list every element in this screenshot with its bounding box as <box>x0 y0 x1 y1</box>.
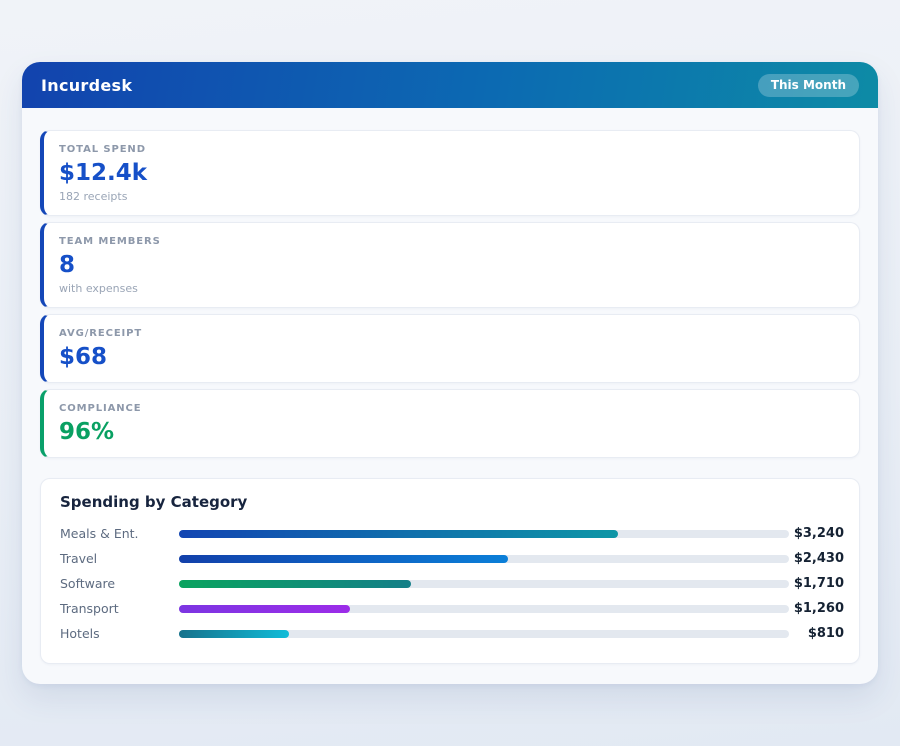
stat-card-avg-receipt: AVG/RECEIPT $68 <box>40 314 860 383</box>
dashboard-content: TOTAL SPEND $12.4k 182 receipts TEAM MEM… <box>22 108 878 664</box>
bar-track <box>179 530 789 538</box>
stat-card-compliance: COMPLIANCE 96% <box>40 389 860 458</box>
stat-subtext: 182 receipts <box>59 190 844 203</box>
bar-track <box>179 580 789 588</box>
category-label: Meals & Ent. <box>60 526 179 541</box>
bar-track <box>179 605 789 613</box>
stat-value: 96% <box>59 419 844 445</box>
category-label: Hotels <box>60 626 179 641</box>
category-value: $1,710 <box>789 576 844 591</box>
bar-fill <box>179 530 618 538</box>
stat-subtext: with expenses <box>59 282 844 295</box>
stat-value: 8 <box>59 252 844 278</box>
spending-by-category-card: Spending by Category Meals & Ent. $3,240… <box>40 478 860 664</box>
chart-title: Spending by Category <box>60 493 844 511</box>
period-badge[interactable]: This Month <box>758 74 859 97</box>
stat-label: TEAM MEMBERS <box>59 235 844 248</box>
stat-value: $12.4k <box>59 160 844 186</box>
stat-label: COMPLIANCE <box>59 402 844 415</box>
category-value: $810 <box>789 626 844 641</box>
app-header: Incurdesk This Month <box>22 62 878 108</box>
stat-card-total-spend: TOTAL SPEND $12.4k 182 receipts <box>40 130 860 216</box>
category-label: Travel <box>60 551 179 566</box>
stat-label: AVG/RECEIPT <box>59 327 844 340</box>
category-label: Transport <box>60 601 179 616</box>
bar-fill <box>179 580 411 588</box>
chart-row: Travel $2,430 <box>60 546 844 571</box>
category-value: $3,240 <box>789 526 844 541</box>
bar-fill <box>179 605 350 613</box>
chart-row: Hotels $810 <box>60 621 844 646</box>
category-value: $1,260 <box>789 601 844 616</box>
category-value: $2,430 <box>789 551 844 566</box>
stat-card-team-members: TEAM MEMBERS 8 with expenses <box>40 222 860 308</box>
dashboard-card: Incurdesk This Month TOTAL SPEND $12.4k … <box>22 62 878 684</box>
bar-track <box>179 630 789 638</box>
stat-value: $68 <box>59 344 844 370</box>
chart-row: Meals & Ent. $3,240 <box>60 521 844 546</box>
app-title: Incurdesk <box>41 76 132 95</box>
chart-row: Software $1,710 <box>60 571 844 596</box>
bar-track <box>179 555 789 563</box>
chart-row: Transport $1,260 <box>60 596 844 621</box>
bar-fill <box>179 555 508 563</box>
category-label: Software <box>60 576 179 591</box>
stat-label: TOTAL SPEND <box>59 143 844 156</box>
bar-fill <box>179 630 289 638</box>
